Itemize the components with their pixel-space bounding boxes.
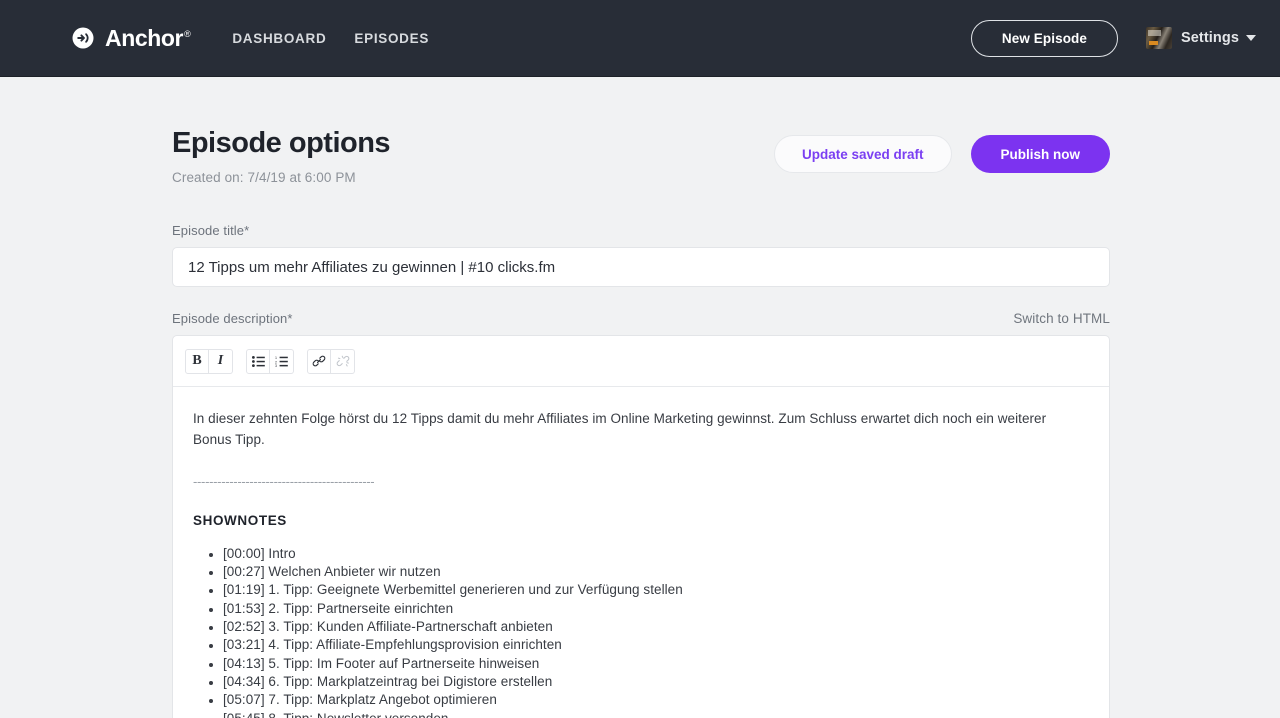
episode-description-label: Episode description* bbox=[172, 311, 293, 327]
shownotes-item: [00:00] Intro bbox=[223, 545, 1089, 563]
link-icon[interactable] bbox=[307, 348, 331, 374]
text-style-group: B I bbox=[185, 348, 233, 374]
shownotes-item: [00:27] Welchen Anbieter wir nutzen bbox=[223, 563, 1089, 581]
bullet-list-icon[interactable] bbox=[246, 348, 270, 374]
brand-name: Anchor® bbox=[105, 24, 191, 51]
svg-text:3: 3 bbox=[275, 364, 277, 367]
link-group bbox=[307, 348, 355, 374]
created-on-text: Created on: 7/4/19 at 6:00 PM bbox=[172, 170, 356, 186]
page-title: Episode options bbox=[172, 127, 391, 159]
editor-toolbar: B I 1 2 3 bbox=[173, 336, 1109, 388]
episode-title-label: Episode title* bbox=[172, 223, 250, 239]
primary-nav: DASHBOARD EPISODES bbox=[232, 31, 429, 46]
shownotes-item: [01:53] 2. Tipp: Partnerseite einrichten bbox=[223, 600, 1089, 618]
shownotes-item: [04:34] 6. Tipp: Markplatzeintrag bei Di… bbox=[223, 673, 1089, 691]
page-header: Episode options Created on: 7/4/19 at 6:… bbox=[172, 127, 1110, 185]
settings-menu[interactable]: Settings bbox=[1146, 27, 1256, 49]
chevron-down-icon bbox=[1246, 35, 1256, 41]
trademark-symbol: ® bbox=[184, 28, 191, 39]
user-avatar-thumbnail bbox=[1146, 27, 1172, 49]
nav-right-group: New Episode Settings bbox=[970, 19, 1256, 57]
top-navigation-bar: Anchor® DASHBOARD EPISODES New Episode S… bbox=[0, 0, 1280, 77]
switch-to-html-link[interactable]: Switch to HTML bbox=[1013, 311, 1110, 326]
list-group: 1 2 3 bbox=[246, 348, 294, 374]
shownotes-item: [05:07] 7. Tipp: Markplatz Angebot optim… bbox=[223, 691, 1089, 709]
shownotes-item: [01:19] 1. Tipp: Geeignete Werbemittel g… bbox=[223, 581, 1089, 599]
nav-item-dashboard[interactable]: DASHBOARD bbox=[232, 31, 326, 46]
unlink-icon[interactable] bbox=[331, 348, 355, 374]
episode-title-input[interactable] bbox=[172, 247, 1110, 288]
page-actions: Update saved draft Publish now bbox=[773, 127, 1110, 173]
publish-now-button[interactable]: Publish now bbox=[970, 135, 1110, 173]
episode-title-field-group: Episode title* bbox=[172, 223, 1110, 288]
update-saved-draft-button[interactable]: Update saved draft bbox=[773, 135, 952, 173]
new-episode-button[interactable]: New Episode bbox=[970, 19, 1118, 57]
page-title-group: Episode options Created on: 7/4/19 at 6:… bbox=[172, 127, 391, 186]
shownotes-item: [04:13] 5. Tipp: Im Footer auf Partnerse… bbox=[223, 655, 1089, 673]
editor-content[interactable]: In dieser zehnten Folge hörst du 12 Tipp… bbox=[173, 387, 1109, 718]
shownotes-list: [00:00] Intro[00:27] Welchen Anbieter wi… bbox=[193, 545, 1089, 718]
anchor-logo-icon bbox=[72, 25, 98, 51]
settings-label: Settings bbox=[1181, 30, 1239, 46]
nav-item-episodes[interactable]: EPISODES bbox=[354, 31, 429, 46]
dashed-divider: ----------------------------------------… bbox=[193, 473, 375, 489]
anchor-logo[interactable]: Anchor® bbox=[72, 24, 191, 51]
shownotes-item: [02:52] 3. Tipp: Kunden Affiliate-Partne… bbox=[223, 618, 1089, 636]
shownotes-heading: SHOWNOTES bbox=[193, 513, 287, 529]
page-content: Episode options Created on: 7/4/19 at 6:… bbox=[0, 77, 1280, 718]
description-paragraph: In dieser zehnten Folge hörst du 12 Tipp… bbox=[193, 411, 1047, 447]
shownotes-item: [03:21] 4. Tipp: Affiliate-Empfehlungspr… bbox=[223, 636, 1089, 654]
italic-button[interactable]: I bbox=[209, 348, 233, 374]
rich-text-editor: B I 1 2 3 In dieser zehnten Folge hörst … bbox=[172, 335, 1110, 718]
description-header-row: Episode description* Switch to HTML bbox=[172, 311, 1110, 326]
episode-description-field-group: Episode description* Switch to HTML B I bbox=[172, 311, 1110, 718]
numbered-list-icon[interactable]: 1 2 3 bbox=[270, 348, 294, 374]
bold-button[interactable]: B bbox=[185, 348, 209, 374]
shownotes-item: [05:45] 8. Tipp: Newsletter versenden bbox=[223, 710, 1089, 718]
